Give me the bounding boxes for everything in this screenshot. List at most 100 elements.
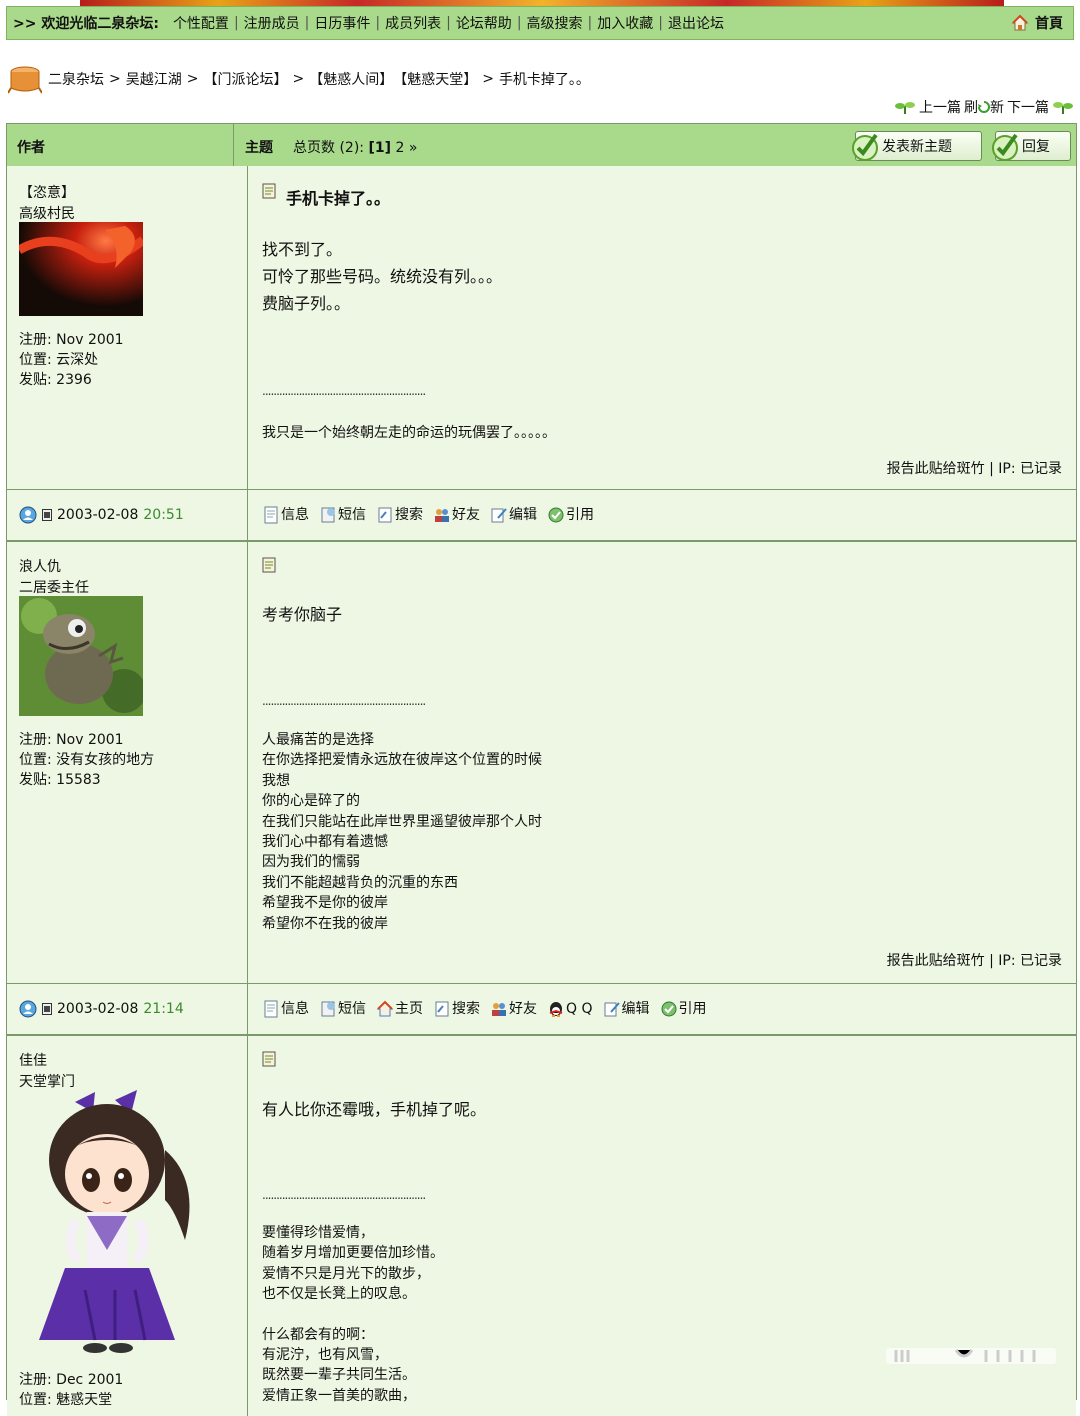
next-thread-link[interactable]: 下一篇 <box>1007 97 1049 117</box>
edit-action[interactable]: 编辑 <box>603 998 650 1018</box>
signature-line: 爱情正象一首美的歌曲， <box>262 1387 416 1404</box>
profile-action-label: 信息 <box>281 1001 309 1017</box>
nav-link-help[interactable]: 论坛帮助 <box>456 13 512 33</box>
home-icon <box>1011 14 1029 31</box>
post-timestamp: 2003-02-08 20:51 <box>19 506 184 524</box>
report-post-link[interactable]: 报告此贴给斑竹 | IP: 已记录 <box>887 458 1062 478</box>
author-name[interactable]: 浪人仇 <box>19 556 61 576</box>
profile-icon <box>264 506 278 524</box>
page-2-link[interactable]: 2 <box>395 140 404 156</box>
signature: 我只是一个始终朝左走的命运的玩偶罢了。。。。。 <box>262 423 556 443</box>
message-send-icon <box>321 1001 335 1017</box>
author-panel: 浪人仇 二居委主任 注册: Nov 2001 位置: 没有女孩的地方 发贴: 1… <box>7 542 248 983</box>
watermark-logo <box>886 1348 1056 1364</box>
signature-line: 人最痛苦的是选择 <box>262 732 374 748</box>
author-panel: 佳佳 天堂掌门 注册: Dec 2001 位置: 魅惑天堂 <box>7 1036 248 1416</box>
author-rank: 天堂掌门 <box>19 1074 75 1090</box>
sprout-icon <box>895 102 915 114</box>
nav-link-favorites[interactable]: 加入收藏 <box>597 13 653 33</box>
refresh-label-b: 新 <box>990 100 1004 116</box>
report-post-link[interactable]: 报告此贴给斑竹 | IP: 已记录 <box>887 950 1062 970</box>
nav-separator: | <box>658 15 663 31</box>
nav-link-search[interactable]: 高级搜索 <box>527 13 583 33</box>
breadcrumb-renjian[interactable]: 【魅惑人间】 <box>309 69 393 89</box>
edit-action[interactable]: 编辑 <box>490 504 537 524</box>
signature-line: 因为我们的懦弱 <box>262 854 360 871</box>
homepage-action[interactable]: 主页 <box>376 998 423 1018</box>
quote-action[interactable]: 引用 <box>547 504 594 524</box>
sprout-icon <box>1053 102 1073 114</box>
post-1-meta: 2003-02-08 20:51 信息 短信 搜索 好友 编辑 引用 <box>7 490 1076 542</box>
nav-link-calendar[interactable]: 日历事件 <box>314 13 370 33</box>
signature-separator: ........................................… <box>262 694 426 708</box>
profile-action[interactable]: 信息 <box>262 504 309 524</box>
thread-header: 作者 主题 总页数 (2): [1] 2 » 发表新主题 回复 <box>7 124 1076 168</box>
refresh-icon <box>978 101 990 113</box>
author-post-count: 发贴: 15583 <box>19 772 101 788</box>
profile-action[interactable]: 信息 <box>262 998 309 1018</box>
breadcrumb-separator: > <box>292 71 305 87</box>
page-count: 总页数 (2): [1] 2 » <box>293 137 417 157</box>
author-avatar <box>39 1090 190 1353</box>
post-time: 21:14 <box>143 1001 184 1017</box>
post-date: 2003-02-08 <box>57 1001 139 1017</box>
breadcrumb-wuyue[interactable]: 吴越江湖 <box>126 69 182 89</box>
author-name[interactable]: 佳佳 <box>19 1050 47 1070</box>
post-meta-left: 2003-02-08 20:51 <box>7 490 248 540</box>
home-link[interactable]: 首頁 <box>1011 13 1063 33</box>
breadcrumb: 二泉杂坛 > 吴越江湖 > 【门派论坛】 > 【魅惑人间】 【魅惑天堂】 > 手机卡掉了… <box>8 62 594 96</box>
edit-icon <box>491 508 507 523</box>
prev-thread-link[interactable]: 上一篇 <box>919 97 961 117</box>
post-timestamp: 2003-02-08 21:14 <box>19 1000 184 1018</box>
quote-icon <box>548 507 564 523</box>
breadcrumb-sect[interactable]: 【门派论坛】 <box>203 69 287 89</box>
search-action[interactable]: 搜索 <box>433 998 480 1018</box>
quote-action-label: 引用 <box>678 1001 707 1017</box>
message-icon <box>262 1051 276 1067</box>
post-body-line: 考考你脑子 <box>262 605 343 624</box>
next-page-link[interactable]: » <box>409 140 418 156</box>
post-2-meta: 2003-02-08 21:14 信息 短信 主页 搜索 好友 Q Q 编辑 引… <box>7 984 1076 1036</box>
signature-line: 我只是一个始终朝左走的命运的玩偶罢了。。。。。 <box>262 425 556 441</box>
signature-line: 也不仅是长凳上的叹息。 <box>262 1286 416 1303</box>
post-body: 考考你脑子 <box>262 601 342 628</box>
qq-action[interactable]: Q Q <box>547 999 593 1017</box>
homepage-action-label: 主页 <box>395 1001 423 1017</box>
pm-action[interactable]: 短信 <box>319 504 366 524</box>
quote-action[interactable]: 引用 <box>660 998 707 1018</box>
friend-action[interactable]: 好友 <box>433 504 480 524</box>
post-list: 【恣意】 高级村民 注册: Nov 2001 位置: 云深处 发贴: 2396 … <box>6 166 1077 1416</box>
nav-link-members[interactable]: 成员列表 <box>385 13 441 33</box>
breadcrumb-tiantang[interactable]: 【魅惑天堂】 <box>393 69 477 89</box>
qq-penguin-icon <box>549 1002 563 1017</box>
search-action[interactable]: 搜索 <box>376 504 423 524</box>
post-body-line: 找不到了。 <box>262 240 343 259</box>
checkmark-icon <box>852 133 878 161</box>
reply-button[interactable]: 回复 <box>992 131 1071 161</box>
post-meta-left: 2003-02-08 21:14 <box>7 984 248 1034</box>
nav-link-register[interactable]: 注册成员 <box>244 13 300 33</box>
author-registered: 注册: Nov 2001 <box>19 332 124 348</box>
refresh-link[interactable]: 刷新 <box>964 97 1004 117</box>
new-topic-button[interactable]: 发表新主题 <box>852 131 982 161</box>
search-action-label: 搜索 <box>395 507 423 523</box>
friend-action[interactable]: 好友 <box>490 998 537 1018</box>
signature-line: 要懂得珍惜爱情， <box>262 1225 374 1241</box>
nav-link-logout[interactable]: 退出论坛 <box>668 13 724 33</box>
nav-link-profile[interactable]: 个性配置 <box>173 13 229 33</box>
author-name[interactable]: 【恣意】 <box>19 182 75 202</box>
column-divider <box>233 124 234 167</box>
post-subject: 手机卡掉了。。 <box>286 189 391 208</box>
signature-line: 在你选择把爱情永远放在彼岸这个位置的时候 <box>262 752 542 769</box>
signature: 要懂得珍惜爱情， 随着岁月增加更要倍加珍惜。 爱情不只是月光下的散步， 也不仅是… <box>262 1223 444 1406</box>
quote-action-label: 引用 <box>566 507 594 523</box>
post-actions-bar: 信息 短信 主页 搜索 好友 Q Q 编辑 引用 <box>248 984 1076 1034</box>
author-location: 位置: 云深处 <box>19 352 99 368</box>
nav-separator: | <box>304 15 310 31</box>
friend-action-label: 好友 <box>452 507 480 523</box>
breadcrumb-root[interactable]: 二泉杂坛 <box>48 69 104 89</box>
author-location: 位置: 魅惑天堂 <box>19 1392 113 1408</box>
pm-action[interactable]: 短信 <box>319 998 366 1018</box>
post-actions: 信息 短信 搜索 好友 编辑 引用 <box>262 504 594 524</box>
welcome-text: >> 欢迎光临二泉杂坛: <box>13 16 159 32</box>
